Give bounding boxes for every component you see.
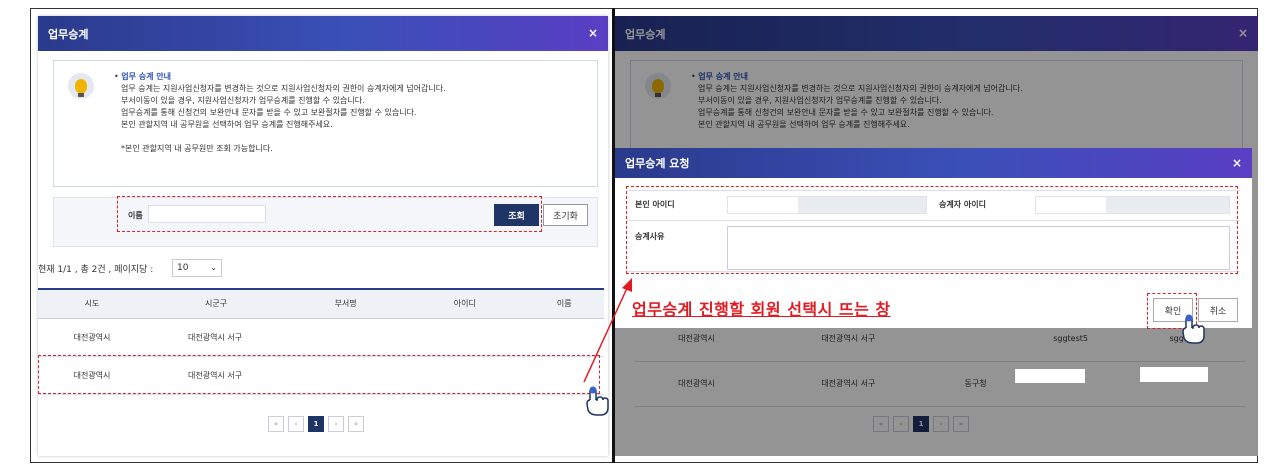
dialog-titlebar: 업무승계 ×: [38, 16, 608, 51]
highlight-selected-row: [38, 355, 600, 394]
first-page-button[interactable]: «: [268, 416, 284, 432]
pointer-hand-icon: [586, 386, 609, 416]
annotation-caption: 업무승계 진행할 회원 선택시 뜨는 창: [632, 300, 891, 319]
notice-footnote: *본인 관할지역 내 공무원만 조회 가능합니다.: [121, 144, 273, 153]
pointer-hand-icon: [1182, 314, 1205, 344]
name-input[interactable]: [148, 205, 266, 223]
notice-box: • 업무 승계 안내 업무 승계는 지원사업신청자를 변경하는 것으로 지원사업…: [53, 60, 598, 187]
lightbulb-icon: [68, 73, 94, 99]
close-icon[interactable]: ×: [1232, 156, 1242, 170]
next-page-button[interactable]: ›: [328, 416, 344, 432]
notice-line: 업무 승계는 지원사업신청자를 변경하는 것으로 지원사업신청자의 권한이 승계…: [121, 84, 446, 93]
notice-line: 본인 관할지역 내 공무원을 선택하여 업무 승계를 진행해주세요.: [121, 120, 333, 129]
col-dept: 부서명: [286, 288, 406, 319]
chevron-down-icon: ⌄: [210, 263, 217, 272]
highlight-modal-fields: [626, 186, 1238, 274]
reset-button[interactable]: 초기화: [543, 204, 588, 226]
cell-sido: 대전광역시: [38, 318, 146, 357]
notice-heading: 업무 승계 안내: [121, 72, 171, 81]
modal-title: 업무승계 요청: [625, 157, 690, 170]
notice-text: • 업무 승계 안내 업무 승계는 지원사업신청자를 변경하는 것으로 지원사업…: [114, 72, 446, 153]
last-page-button[interactable]: »: [348, 416, 364, 432]
col-sido: 시도: [38, 288, 146, 319]
cell-sigungu: 대전광역시 서구: [146, 318, 286, 357]
dialog-title: 업무승계: [48, 27, 89, 41]
arrow-icon: [583, 278, 632, 383]
pagination: « ‹ 1 › »: [268, 416, 364, 432]
notice-line: 업무승계를 통해 신청건의 보완안내 문자를 받을 수 있고 보완절차를 진행할…: [121, 108, 417, 117]
table-row[interactable]: 대전광역시 대전광역시 서구: [38, 318, 604, 357]
close-icon[interactable]: ×: [588, 26, 598, 40]
name-label: 이름: [128, 211, 143, 220]
page-info: 현재 1/1 , 총 2건 , 페이지당 :: [38, 265, 154, 275]
search-button[interactable]: 조회: [494, 204, 539, 226]
masked-name: [1140, 367, 1208, 382]
masked-id: [1015, 369, 1085, 383]
per-page-select[interactable]: 10 ⌄: [172, 259, 222, 277]
col-sigungu: 시군구: [146, 288, 286, 319]
col-id: 아이디: [405, 288, 525, 319]
table-header-row: 시도 시군구 부서명 아이디 이름: [38, 288, 604, 319]
notice-line: 부서이동이 있을 경우, 지원사업신청자가 업무승계를 진행할 수 있습니다.: [121, 96, 365, 105]
prev-page-button[interactable]: ‹: [288, 416, 304, 432]
page-1-button[interactable]: 1: [308, 416, 324, 432]
per-page-value: 10: [177, 263, 189, 273]
modal-titlebar: 업무승계 요청 ×: [615, 148, 1252, 178]
